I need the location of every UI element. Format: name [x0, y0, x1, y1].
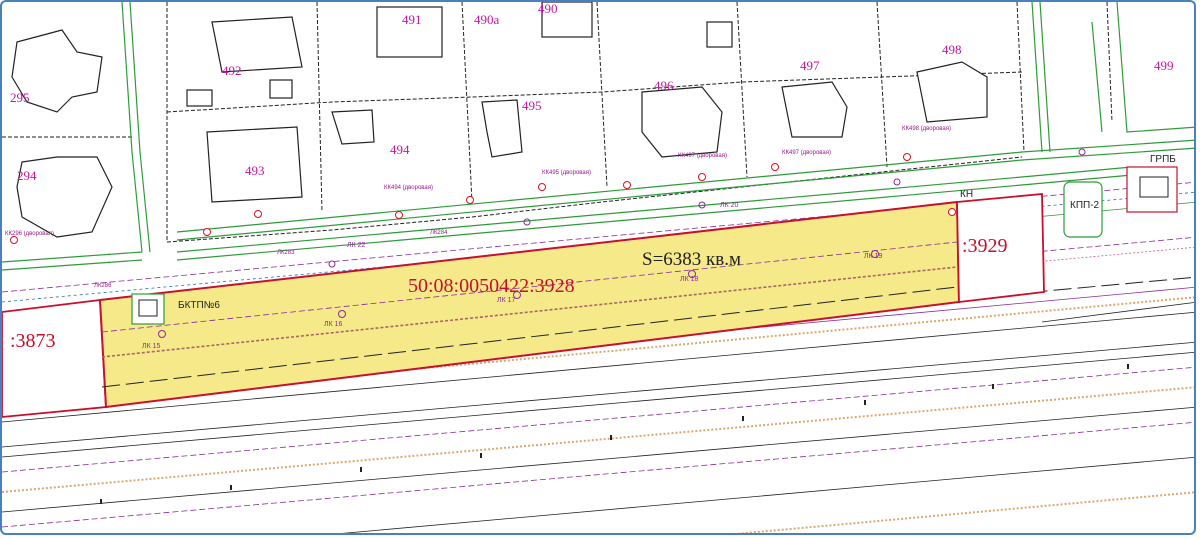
lot-number: 494 — [390, 142, 410, 157]
lot-number: 491 — [402, 12, 422, 27]
main-parcel[interactable] — [98, 200, 961, 409]
well-label: ЛК 19 — [864, 253, 883, 260]
lot-number: 294 — [17, 168, 37, 183]
lot-number: 499 — [1154, 58, 1174, 73]
annotation: ЛК 20 — [720, 202, 739, 209]
annotation: КК296 (дворовая) — [5, 231, 54, 237]
parcel-3929-label: :3929 — [962, 235, 1008, 257]
well-label: ЛК 16 — [324, 321, 343, 328]
lot-number: 498 — [942, 42, 962, 57]
parcel-area: S=6383 кв.м — [642, 249, 741, 270]
lot-number: 496 — [654, 78, 674, 93]
substation-label: БКТП№6 — [178, 300, 220, 311]
annotation: КК494 (дворовая) — [384, 185, 433, 191]
lot-number: 490а — [474, 12, 500, 27]
lot-number: 497 — [800, 58, 820, 73]
kn-label: КН — [960, 189, 973, 200]
annotation: КК497 (дворовая) — [678, 153, 727, 159]
kpp-label: КПП-2 — [1070, 200, 1100, 211]
annotation: ЛК284 — [430, 230, 448, 236]
cadastral-map: 491 490а 490 492 295 499 498 497 496 495… — [2, 2, 1194, 533]
lot-number: 493 — [245, 163, 265, 178]
parcel-3873-label: :3873 — [10, 330, 56, 352]
lot-number: 490 — [538, 2, 558, 16]
substation-box — [131, 293, 165, 325]
annotation: ЛК286 — [94, 283, 112, 289]
lot-number: 295 — [10, 90, 30, 105]
annotation: КК498 (дворовая) — [902, 126, 951, 132]
annotation: ЛК283 — [277, 250, 295, 256]
map-frame: 491 490а 490 492 295 499 498 497 496 495… — [0, 0, 1196, 535]
lot-number: 492 — [222, 63, 242, 78]
lot-number: 495 — [522, 98, 542, 113]
well-label: ЛК 18 — [680, 276, 699, 283]
annotation: КК495 (дворовая) — [542, 170, 591, 176]
parcel-3873[interactable] — [2, 298, 107, 418]
annotation: ЛК 22 — [347, 242, 366, 249]
well-label: ЛК 15 — [142, 343, 161, 350]
grpb-box — [1126, 166, 1178, 213]
well-label: ЛК 17 — [497, 297, 516, 304]
grpb-label: ГРПБ — [1150, 154, 1176, 165]
annotation: КК497 (дворовая) — [782, 150, 831, 156]
cadastral-number: 50:08:0050422:3928 — [408, 275, 575, 297]
